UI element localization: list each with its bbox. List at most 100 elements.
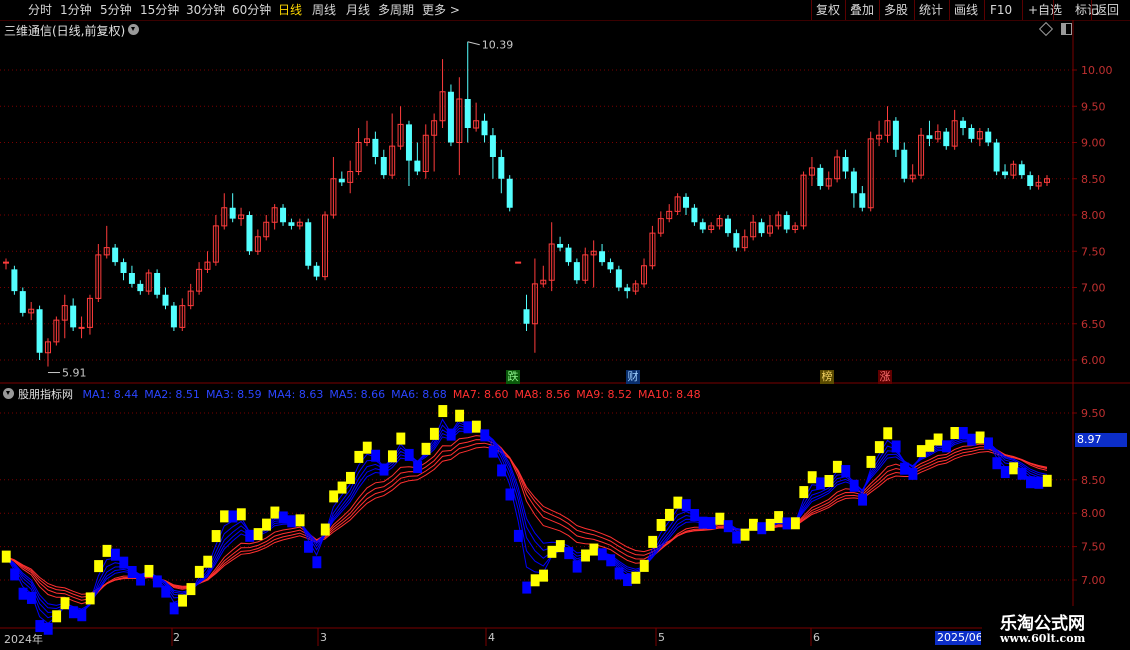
indicator-step-block [455,409,465,422]
indicator-step-block [329,490,339,503]
candle-body [313,265,320,277]
candle-body [246,215,253,252]
indicator-step-block [732,531,742,544]
indicator-step-block [581,549,590,562]
indicator-step-block [547,545,557,558]
indicator-step-block [228,510,238,523]
candle-body [229,207,236,219]
price-tick-label: 7.00 [1081,282,1106,295]
candle-body [943,131,950,147]
indicator-settings-icon[interactable] [3,388,14,399]
indicator-step-block [656,518,666,531]
indicator-step-block [136,573,146,586]
indicator-step-block [623,574,632,587]
candle-body [11,269,18,292]
candle-body [154,273,161,295]
indicator-step-block [950,427,960,440]
candle-body [447,91,454,143]
candle-body [783,215,790,230]
indicator-step-block [194,565,204,578]
indicator-step-block [480,429,490,442]
indicator-step-block [774,511,784,524]
indicator-step-block [379,463,389,476]
indicator-step-block [723,520,733,533]
indicator-step-block [748,518,758,531]
ma-label-10: MA10: 8.48 [637,388,701,401]
indicator-step-block [816,477,826,490]
candle-body [607,262,614,270]
indicator-step-block [127,565,137,578]
indicator-step-block [77,609,87,622]
indicator-step-block [169,602,179,615]
indicator-step-block [337,481,347,494]
indicator-step-block [715,512,725,525]
indicator-step-block [925,439,935,452]
candle-body [892,120,899,150]
candle-body [1018,164,1025,176]
indicator-step-block [404,448,414,461]
candle-body [506,178,513,208]
candle-body [70,305,77,328]
indicator-legend: 股朋指标网 MA1: 8.44 MA2: 8.51 MA3: 8.59 MA4: 8.… [18,386,701,402]
indicator-step-block [916,445,926,458]
indicator-step-block [110,548,120,561]
candle-body [170,305,177,328]
indicator-step-block [463,421,473,434]
indicator-step-block [665,508,674,521]
indicator-step-block [161,585,171,598]
indicator-step-block [841,465,851,478]
ma-line-red [5,446,1048,595]
kline-chart[interactable]: 10.00 9.50 9.00 8.50 8.00 7.50 7.00 6.50 6.00 9.5… [0,0,1130,650]
indicator-step-block [52,610,62,623]
candle-body [280,207,287,223]
candle-body [288,222,295,226]
high-price-label: 10.39 [482,39,514,52]
indicator-step-block [933,433,943,446]
ma-line-red [5,442,1048,598]
event-tag-list[interactable]: 榜 [820,370,834,384]
date-label-year: 2024年 [4,633,43,646]
candle-body [557,244,564,248]
candle-body [405,124,412,161]
date-label-jun: 6 [813,631,820,644]
indicator-step-block [26,591,36,604]
ma-label-7: MA7: 8.60 [452,388,509,401]
indicator-tick-label: 8.00 [1081,507,1106,520]
indicator-step-block [60,597,70,610]
indicator-step-block [102,544,112,557]
indicator-step-block [262,518,271,531]
indicator-step-block [429,427,439,440]
candle-body [842,157,849,172]
ma-label-8: MA8: 8.56 [514,388,571,401]
indicator-step-block [371,449,381,462]
indicator-name[interactable]: 股朋指标网 [18,388,73,401]
indicator-step-block [648,535,658,548]
indicator-step-block [346,471,355,484]
event-tag-rise[interactable]: 涨 [878,370,892,384]
indicator-step-block [1034,476,1044,489]
indicator-step-block [757,522,767,535]
candle-body [985,131,992,143]
candle-body [19,291,26,313]
candle-body [817,167,824,186]
event-tag-drop[interactable]: 跌 [506,370,520,384]
candle-body [691,207,698,223]
indicator-step-block [866,455,876,468]
candle-body [1002,171,1009,176]
event-tag-finance[interactable]: 财 [626,370,640,384]
indicator-step-block [270,506,280,519]
indicator-step-block [312,556,322,569]
indicator-step-block [681,499,691,512]
indicator-step-block [799,486,809,499]
indicator-step-block [522,581,532,594]
ma-line-red [5,435,1048,605]
candle-body [515,261,522,264]
indicator-step-block [1026,476,1035,489]
watermark: 乐淘公式网 www.60lt.com [982,606,1130,650]
candle-body [615,269,622,288]
indicator-step-block [387,450,397,463]
candle-body [36,309,43,353]
watermark-title: 乐淘公式网 [1000,614,1085,634]
indicator-step-block [178,594,187,607]
candle-body [137,283,144,292]
